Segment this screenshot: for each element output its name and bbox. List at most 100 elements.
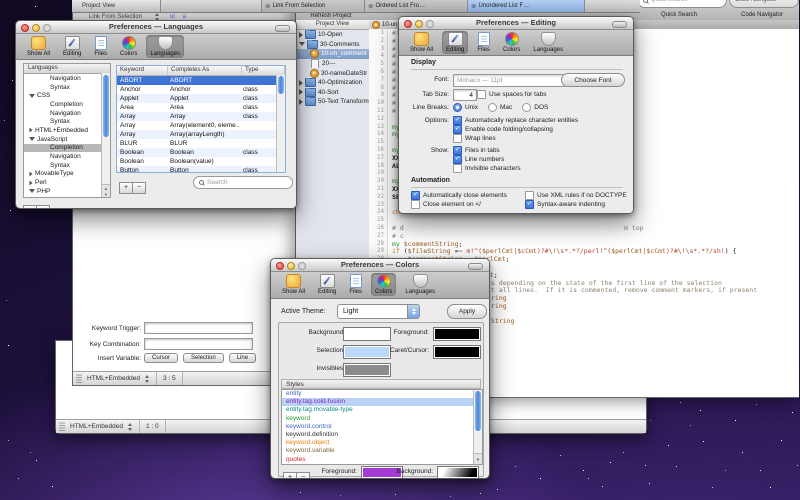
tree-item[interactable]: 10-un_comment [296,49,369,59]
languages-header[interactable]: Languages [24,64,110,74]
tab-close-icon[interactable]: ⊗ [265,2,270,10]
disclosure-triangle[interactable] [29,128,32,133]
table-row[interactable]: AreaAreaclass [117,103,285,112]
disclosure-triangle[interactable] [299,89,303,95]
apply-button[interactable]: Apply [447,304,487,319]
toolbar-item-editing[interactable]: Editing [442,31,468,54]
checkbox-row[interactable]: Use XML rules if no DOCTYPE [525,191,627,200]
language-list-item[interactable]: Completion [24,100,110,109]
language-list-item[interactable]: HTML+Embedded [24,126,110,135]
column-header-keyword[interactable]: Keyword [117,66,168,75]
disclosure-triangle[interactable] [29,189,35,193]
checkbox[interactable] [453,164,462,173]
disclosure-triangle[interactable] [299,32,303,38]
checkbox-row[interactable]: ✓Files in tabs [453,146,521,155]
checkbox[interactable] [453,134,462,143]
style-list-item[interactable]: entity [282,390,482,398]
checkbox-row[interactable]: ✓Syntax-aware indenting [525,200,627,209]
selection-button[interactable]: Selection [183,353,224,363]
table-row[interactable]: BLURBLUR [117,139,285,148]
style-list-item[interactable]: quotes [282,456,482,464]
radio-unix[interactable]: Unix [453,103,478,112]
checkbox-row[interactable]: ✓Line numbers [453,155,521,164]
checkbox[interactable]: ✓ [453,125,462,134]
add-style-button[interactable]: + [283,472,297,479]
choose-font-button[interactable]: Choose Font [561,73,625,87]
language-list-item[interactable]: Syntax [24,83,110,92]
scrollbar[interactable] [101,73,110,185]
toolbar-item-show-all[interactable]: Show All [23,35,54,58]
scrollbar-thumb[interactable] [278,76,284,94]
styles-header[interactable]: Styles [281,379,481,389]
style-list-item[interactable]: entity.tag.movable-type [282,406,482,414]
language-list-item[interactable]: PHP [24,187,110,196]
remove-language-button[interactable]: − [36,205,50,209]
language-list-item[interactable]: Perl [24,178,110,187]
scrollbar-arrows[interactable]: ▼ [473,453,482,464]
quick-search-input[interactable]: Quick Search [637,0,727,8]
toolbar-item-colors[interactable]: Colors [116,35,141,58]
title-bar[interactable]: Preferences — Editing [399,17,633,30]
color-well-foreground[interactable] [433,327,481,341]
add-language-button[interactable]: + [23,205,37,209]
stepper-icon[interactable] [127,423,133,431]
toolbar-toggle-capsule[interactable] [275,25,290,32]
radio-button[interactable] [488,103,497,112]
toolbar-item-languages[interactable]: Languages [146,35,184,58]
radio-dos[interactable]: DOS [522,103,548,112]
disclosure-triangle[interactable] [299,99,303,105]
table-row[interactable]: BooleanBoolean(value) [117,157,285,166]
cursor-button[interactable]: Cursor [144,353,178,363]
active-theme-popup[interactable]: Light [337,304,420,319]
checkbox[interactable]: ✓ [453,146,462,155]
disclosure-triangle[interactable] [299,80,303,86]
tree-item[interactable]: 10-Open [296,30,369,40]
table-row[interactable]: ArrayArray(arrayLength) [117,130,285,139]
toolbar-item-editing[interactable]: Editing [314,273,340,296]
language-list-item[interactable]: CSS [24,91,110,100]
checkbox-row[interactable]: ✓Enable code folding/collapsing [453,125,578,134]
radio-mac[interactable]: Mac [488,103,512,112]
style-list-item[interactable]: keyword.object [282,439,482,447]
toolbar-item-colors[interactable]: Colors [371,273,396,296]
tab-size-field[interactable]: 4 [453,89,477,101]
tab-close-icon[interactable]: ⊗ [471,2,476,10]
style-list-item[interactable]: keyword.control [282,423,482,431]
table-row[interactable]: AppletAppletclass [117,94,285,103]
snippet-tab[interactable]: ⊗Unordered List F… [468,0,585,12]
checkbox[interactable]: ✓ [453,116,462,125]
key-combination-field[interactable] [144,338,253,350]
toolbar-item-show-all[interactable]: Show All [406,31,437,54]
checkbox[interactable]: ✓ [453,155,462,164]
checkbox-row[interactable]: Invisible characters [453,164,521,173]
line-button[interactable]: Line [229,353,256,363]
table-row[interactable]: AnchorAnchorclass [117,85,285,94]
toolbar-item-languages[interactable]: Languages [529,31,567,54]
refresh-project-button[interactable]: Refresh Project [298,13,364,19]
scrollbar[interactable] [276,75,285,172]
scrollbar-thumb[interactable] [103,75,109,137]
style-list-item[interactable]: keyword.variable [282,447,482,455]
disclosure-triangle[interactable] [29,172,32,177]
tree-item[interactable]: 40-Optimization [296,78,369,88]
scrollbar-arrows[interactable]: ▲▼ [101,184,110,197]
checkbox[interactable] [477,90,486,99]
language-list-item[interactable]: Completion [24,144,110,153]
checkbox-row[interactable]: Close element on </ [411,200,519,209]
table-row[interactable]: ArrayArray(element0, eleme… [117,121,285,130]
language-popup[interactable]: HTML+Embedded [87,375,140,382]
checkbox-row[interactable]: ✓Automatically close elements [411,191,519,200]
tree-item[interactable]: 30-nameDateStr [296,68,369,78]
radio-button[interactable] [453,103,462,112]
language-list-item[interactable]: Navigation [24,109,110,118]
disclosure-triangle[interactable] [29,137,35,141]
project-view-header[interactable]: Project View [296,20,369,30]
keyword-table-header[interactable]: KeywordCompletes AsType [117,66,285,76]
checkbox[interactable]: ✓ [525,200,534,209]
scrollbar-thumb[interactable] [475,391,481,431]
toolbar-item-colors[interactable]: Colors [499,31,524,54]
style-list-item[interactable]: keyword [282,415,482,423]
disclosure-triangle[interactable] [299,42,305,46]
stepper-icon[interactable] [144,375,150,383]
tree-item[interactable]: 30-Comments [296,40,369,50]
